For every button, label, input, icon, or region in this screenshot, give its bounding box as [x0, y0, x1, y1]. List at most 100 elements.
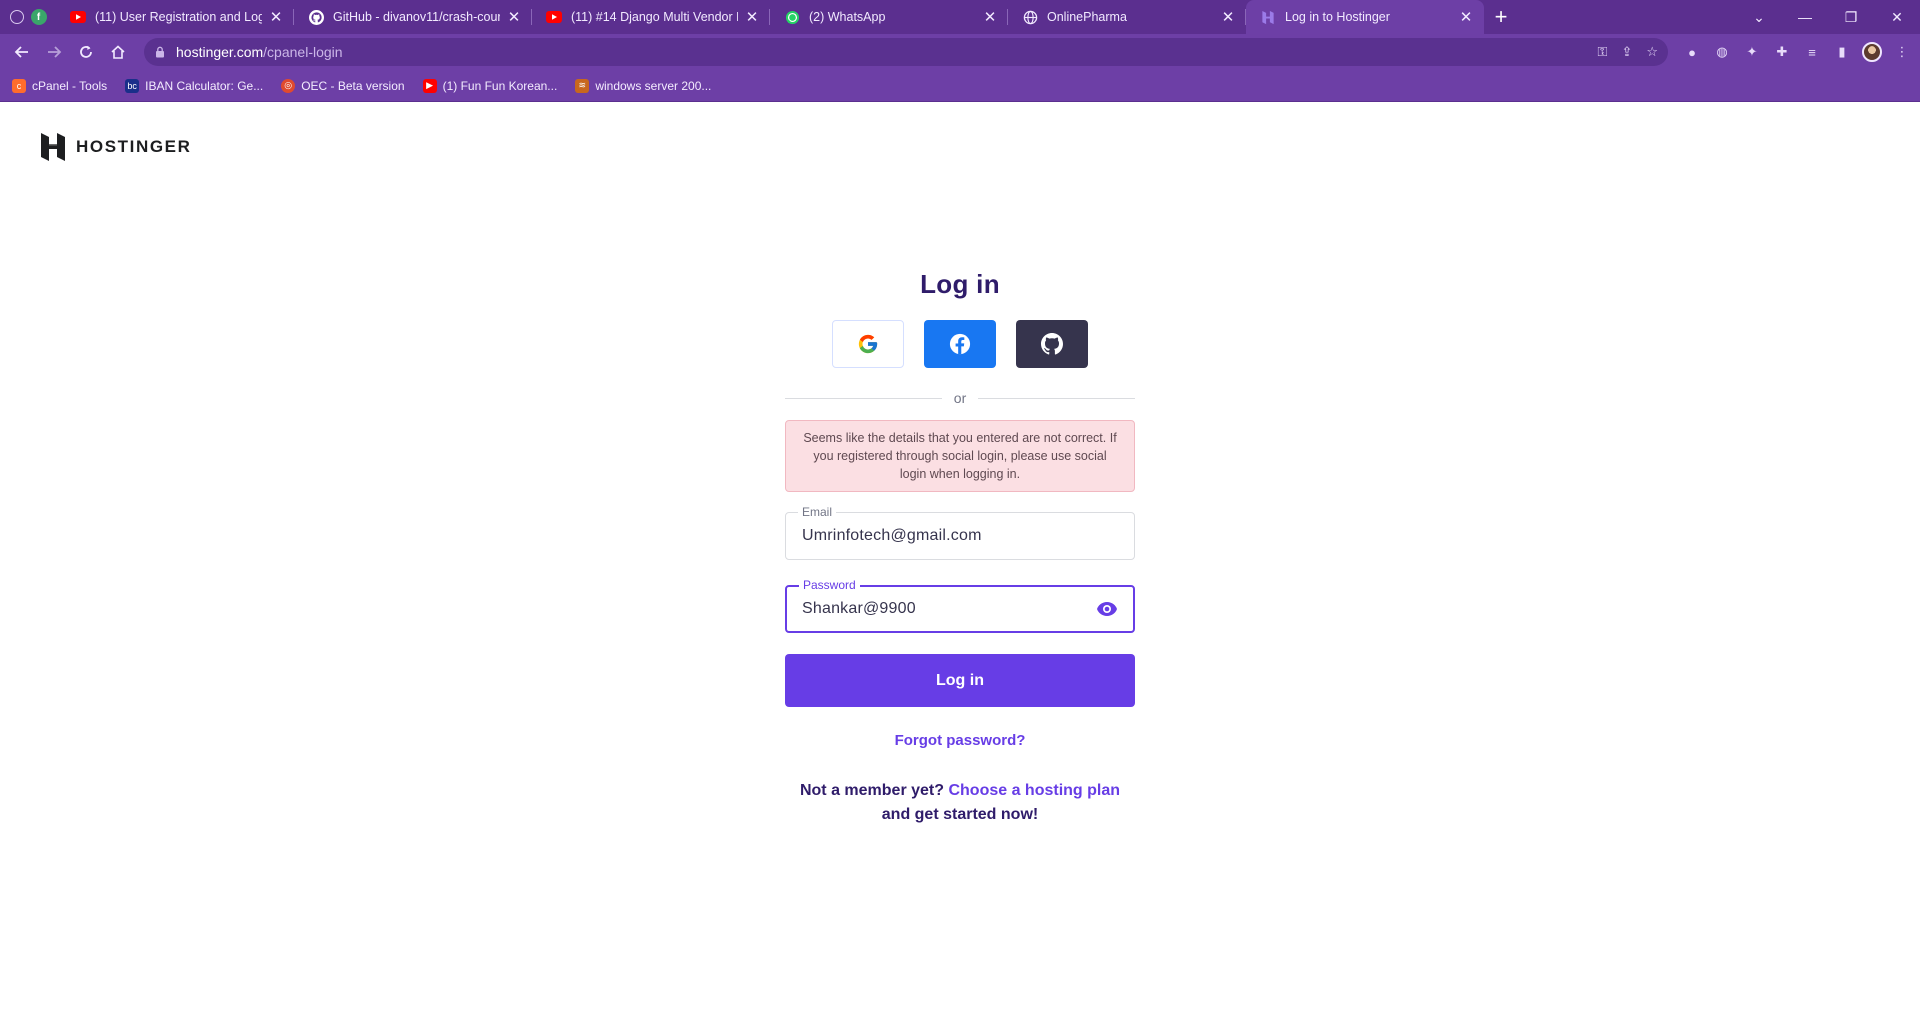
- choose-hosting-plan-link[interactable]: Choose a hosting plan: [948, 782, 1120, 799]
- side-panel-icon[interactable]: ▮: [1832, 42, 1852, 62]
- or-divider: or: [785, 390, 1136, 406]
- close-icon[interactable]: ✕: [506, 9, 522, 26]
- whatsapp-icon: [784, 9, 800, 25]
- media-queue-icon[interactable]: ≡: [1802, 42, 1822, 62]
- tab-title: OnlinePharma: [1047, 10, 1127, 24]
- key-icon[interactable]: ⚿: [1598, 44, 1608, 60]
- password-field[interactable]: Password Shankar@9900: [785, 578, 1135, 633]
- new-tab-button[interactable]: +: [1484, 0, 1518, 34]
- youtube-icon: [70, 9, 86, 25]
- email-label: Email: [798, 505, 837, 519]
- tab-title: (2) WhatsApp: [809, 10, 886, 24]
- close-window-icon[interactable]: ✕: [1874, 9, 1920, 26]
- pinned-extension-icon[interactable]: f: [30, 9, 47, 25]
- error-alert: Seems like the details that you entered …: [785, 420, 1135, 492]
- stack-icon: ≋: [575, 78, 590, 93]
- youtube-icon: [546, 9, 562, 25]
- tab-user-registration[interactable]: (11) User Registration and Login ✕: [56, 0, 294, 34]
- oec-icon: ◎: [281, 78, 296, 93]
- facebook-login-button[interactable]: [924, 320, 996, 368]
- profile-avatar[interactable]: [1862, 42, 1882, 62]
- bookmark-cpanel[interactable]: c cPanel - Tools: [12, 78, 108, 93]
- tab-search-icon[interactable]: [9, 10, 24, 24]
- iban-icon: bc: [125, 78, 140, 93]
- address-bar[interactable]: hostinger.com/cpanel-login ⚿ ⇪ ☆: [144, 38, 1668, 66]
- github-login-button[interactable]: [1016, 320, 1088, 368]
- extension-icon[interactable]: ●: [1682, 42, 1702, 62]
- page-title: Log in: [920, 269, 1000, 299]
- tab-title: (11) #14 Django Multi Vendor Ec: [571, 10, 738, 24]
- email-field[interactable]: Email Umrinfotech@gmail.com: [785, 505, 1135, 560]
- url-host: hostinger.com: [176, 44, 264, 60]
- password-input[interactable]: Shankar@9900: [802, 600, 916, 618]
- tab-django-multivendor[interactable]: (11) #14 Django Multi Vendor Ec ✕: [532, 0, 770, 34]
- browser-tab-strip: f (11) User Registration and Login ✕ Git…: [0, 0, 1920, 34]
- tab-title: GitHub - divanov11/crash-course: [333, 10, 500, 24]
- home-icon[interactable]: [104, 38, 132, 66]
- tab-strip-lead: f: [0, 0, 56, 34]
- divider-line: [978, 397, 1136, 399]
- social-login-group: [785, 320, 1135, 368]
- extensions-area: ● ◍ ✦ ✚ ≡ ▮ ⋮: [1682, 42, 1912, 62]
- hostinger-logo-icon: [41, 133, 65, 161]
- window-controls: ⌄ — ❐ ✕: [1736, 0, 1920, 34]
- page-content: HOSTINGER Log in or Seems like the detai…: [0, 102, 1920, 1032]
- google-icon: [858, 334, 878, 354]
- tab-title: (11) User Registration and Login: [95, 10, 262, 24]
- youtube-icon: ▶: [422, 78, 437, 93]
- bookmark-oec[interactable]: ◎ OEC - Beta version: [281, 78, 405, 93]
- color-extension-icon[interactable]: ✦: [1742, 42, 1762, 62]
- translate-globe-icon[interactable]: ◍: [1712, 42, 1732, 62]
- url-path: /cpanel-login: [263, 44, 343, 60]
- close-icon[interactable]: ✕: [982, 9, 998, 26]
- tab-github[interactable]: GitHub - divanov11/crash-course ✕: [294, 0, 532, 34]
- login-button[interactable]: Log in: [785, 654, 1135, 707]
- bookmark-label: OEC - Beta version: [301, 78, 405, 93]
- menu-kebab-icon[interactable]: ⋮: [1892, 42, 1912, 62]
- close-icon[interactable]: ✕: [1220, 9, 1236, 26]
- divider-line: [785, 397, 942, 399]
- lock-icon: [156, 46, 164, 58]
- hostinger-icon: [1260, 9, 1276, 25]
- bookmark-label: cPanel - Tools: [32, 78, 108, 93]
- forward-icon[interactable]: [40, 38, 68, 66]
- signup-prefix: Not a member yet?: [799, 782, 945, 799]
- tab-hostinger-login[interactable]: Log in to Hostinger ✕: [1246, 0, 1484, 34]
- bookmarks-bar: c cPanel - Tools bc IBAN Calculator: Ge.…: [0, 70, 1920, 102]
- hostinger-logo[interactable]: HOSTINGER: [40, 132, 191, 162]
- bookmark-label: IBAN Calculator: Ge...: [145, 78, 264, 93]
- close-icon[interactable]: ✕: [744, 9, 760, 26]
- google-login-button[interactable]: [832, 320, 904, 368]
- github-icon: [308, 9, 324, 25]
- signup-suffix: and get started now!: [881, 806, 1039, 823]
- restore-icon[interactable]: ❐: [1828, 9, 1874, 26]
- close-icon[interactable]: ✕: [1458, 9, 1474, 26]
- facebook-icon: [949, 333, 971, 355]
- forgot-password-link[interactable]: Forgot password?: [785, 732, 1135, 749]
- omnibox-actions: ⚿ ⇪ ☆: [1598, 44, 1658, 60]
- bookmark-windows-server[interactable]: ≋ windows server 200...: [575, 78, 712, 93]
- divider-text: or: [953, 390, 967, 406]
- bookmark-iban[interactable]: bc IBAN Calculator: Ge...: [125, 78, 264, 93]
- bookmark-label: windows server 200...: [595, 78, 712, 93]
- minimize-icon[interactable]: —: [1782, 9, 1828, 25]
- tab-onlinepharma[interactable]: OnlinePharma ✕: [1008, 0, 1246, 34]
- tab-list-chevron-icon[interactable]: ⌄: [1736, 9, 1782, 26]
- brand-name: HOSTINGER: [76, 137, 192, 156]
- star-icon[interactable]: ☆: [1646, 44, 1658, 60]
- signup-prompt: Not a member yet? Choose a hosting plan …: [785, 779, 1135, 827]
- browser-toolbar: hostinger.com/cpanel-login ⚿ ⇪ ☆ ● ◍ ✦ ✚…: [0, 34, 1920, 70]
- bookmark-korean[interactable]: ▶ (1) Fun Fun Korean...: [422, 78, 558, 93]
- share-icon[interactable]: ⇪: [1621, 44, 1632, 60]
- bookmark-label: (1) Fun Fun Korean...: [442, 78, 558, 93]
- back-icon[interactable]: [8, 38, 36, 66]
- password-label: Password: [799, 578, 860, 592]
- tab-whatsapp[interactable]: (2) WhatsApp ✕: [770, 0, 1008, 34]
- puzzle-icon[interactable]: ✚: [1772, 42, 1792, 62]
- tab-title: Log in to Hostinger: [1285, 10, 1390, 24]
- close-icon[interactable]: ✕: [268, 9, 284, 26]
- show-password-eye-icon[interactable]: [1095, 597, 1119, 621]
- email-input[interactable]: Umrinfotech@gmail.com: [802, 527, 982, 545]
- reload-icon[interactable]: [72, 38, 100, 66]
- cpanel-icon: c: [12, 78, 26, 93]
